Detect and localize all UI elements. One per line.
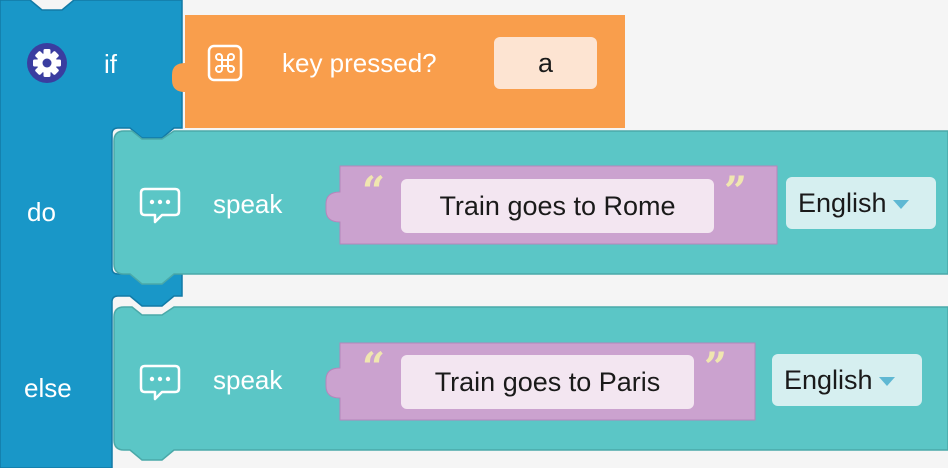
key-pressed-label: key pressed?	[282, 48, 437, 78]
close-quote: ”	[724, 168, 748, 215]
open-quote: “	[362, 168, 386, 215]
speak-label: speak	[213, 365, 283, 395]
if-label: if	[104, 49, 117, 79]
language-dropdown-value: English	[784, 364, 873, 395]
do-label: do	[27, 197, 56, 227]
speak-label: speak	[213, 189, 283, 219]
close-quote: ”	[704, 344, 728, 391]
language-dropdown[interactable]: English	[786, 177, 936, 229]
key-field[interactable]: a	[494, 37, 597, 89]
language-dropdown[interactable]: English	[772, 354, 922, 406]
language-dropdown-value: English	[798, 187, 887, 218]
blocks-workspace[interactable]: if do else key pressed? a speak “ Train …	[0, 0, 948, 468]
chevron-down-icon	[878, 376, 895, 386]
chevron-down-icon	[892, 199, 909, 209]
open-quote: “	[362, 344, 386, 391]
speak-text-field[interactable]: Train goes to Rome	[401, 179, 714, 233]
speak-text-field[interactable]: Train goes to Paris	[401, 355, 694, 409]
gear-icon[interactable]	[27, 43, 67, 83]
else-label: else	[24, 373, 72, 403]
